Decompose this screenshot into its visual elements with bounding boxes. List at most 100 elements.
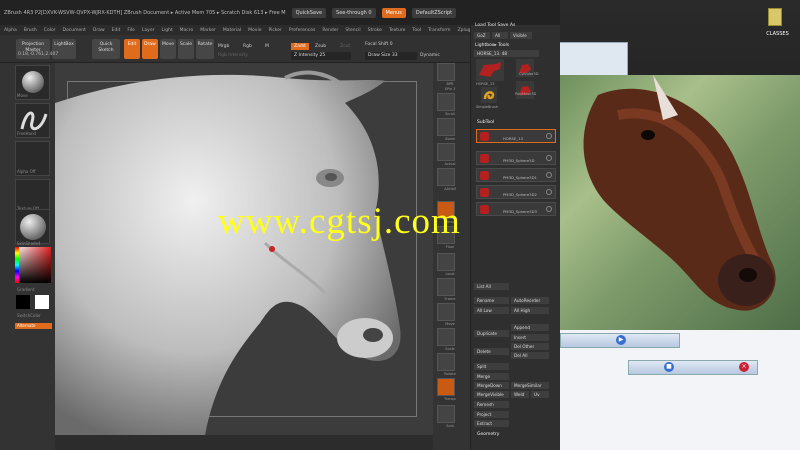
viewer-window-top[interactable]: [558, 42, 628, 77]
menu-light[interactable]: Light: [161, 28, 172, 33]
media-player-controls-2[interactable]: ■ ×: [628, 360, 758, 375]
scale-button[interactable]: Scale: [178, 39, 194, 59]
move-view-button[interactable]: [437, 303, 455, 321]
weld-button[interactable]: Weld: [511, 391, 529, 398]
current-tool-slider[interactable]: HORSE_13. 48: [474, 50, 539, 57]
duplicate-button[interactable]: Duplicate: [474, 330, 509, 337]
document-canvas[interactable]: [55, 63, 433, 435]
spix-label[interactable]: SPix 3: [435, 87, 465, 91]
all-high-button[interactable]: All High: [511, 307, 549, 314]
menus-button[interactable]: Menus: [381, 7, 406, 18]
subtool-header[interactable]: SubTool: [477, 120, 494, 125]
play-icon[interactable]: ▶: [616, 335, 626, 345]
scale-view-button[interactable]: [437, 328, 455, 346]
tool-thumb-polymesh[interactable]: [516, 81, 534, 99]
menu-layer[interactable]: Layer: [142, 28, 155, 33]
quicksave-button[interactable]: QuickSave: [291, 7, 327, 18]
extract-button[interactable]: Extract: [474, 420, 509, 427]
see-through-slider[interactable]: See-through 0: [332, 7, 376, 18]
remesh-button[interactable]: Remesh: [474, 401, 509, 408]
menu-tool[interactable]: Tool: [412, 28, 421, 33]
menu-macro[interactable]: Macro: [180, 28, 194, 33]
all-low-button[interactable]: All Low: [474, 307, 509, 314]
mergevisible-button[interactable]: MergeVisible: [474, 391, 509, 398]
del-other-button[interactable]: Del Other: [511, 343, 549, 350]
project-button[interactable]: Project: [474, 411, 509, 418]
menu-transform[interactable]: Transform: [428, 28, 450, 33]
m-button[interactable]: M: [265, 44, 269, 49]
quick-sketch-button[interactable]: Quick Sketch: [92, 39, 120, 59]
rgb-button[interactable]: Rgb: [243, 44, 252, 49]
visible-button[interactable]: Visible: [510, 32, 532, 39]
delete-button[interactable]: Delete: [474, 348, 509, 355]
draw-button[interactable]: Draw: [142, 39, 158, 59]
subtool-item[interactable]: PM3D_Sphere3D3: [476, 202, 556, 216]
z-intensity-slider[interactable]: Z Intensity 25: [291, 52, 351, 60]
subtool-item[interactable]: PM3D_Sphere3D: [476, 151, 556, 165]
local-button[interactable]: [437, 253, 455, 271]
menu-color[interactable]: Color: [44, 28, 56, 33]
close-icon[interactable]: ×: [739, 362, 749, 372]
menu-movie[interactable]: Movie: [248, 28, 261, 33]
actual-button[interactable]: [437, 143, 455, 161]
hue-slider[interactable]: [15, 247, 19, 283]
focal-shift-slider[interactable]: Focal Shift 0: [365, 42, 393, 47]
insert-button[interactable]: Insert: [511, 334, 549, 341]
menu-preferences[interactable]: Preferences: [289, 28, 315, 33]
draw-size-slider[interactable]: Draw Size 33: [365, 52, 417, 60]
alternate-button[interactable]: Alternate: [15, 323, 52, 329]
subtool-item[interactable]: PM3D_Sphere3D2: [476, 185, 556, 199]
menu-marker[interactable]: Marker: [200, 28, 216, 33]
lightbox-tools-button[interactable]: Lightbox▸ Tools: [475, 43, 509, 48]
palette-header[interactable]: Load Tool Save As: [475, 23, 515, 28]
transp-button[interactable]: [437, 378, 455, 396]
media-player-controls[interactable]: ▶: [560, 333, 680, 348]
subtool-item[interactable]: HORSE_13: [476, 129, 556, 143]
stop-icon[interactable]: ■: [664, 362, 674, 372]
list-all-button[interactable]: List All: [474, 283, 509, 290]
eye-icon[interactable]: [546, 133, 552, 139]
eye-icon[interactable]: [546, 206, 552, 212]
move-button[interactable]: Move: [160, 39, 176, 59]
rotate-button[interactable]: Rotate: [196, 39, 214, 59]
bpr-button[interactable]: [437, 63, 455, 81]
classes-folder-shortcut[interactable]: CLASSES: [760, 5, 795, 45]
menu-edit[interactable]: Edit: [112, 28, 121, 33]
scroll-button[interactable]: [437, 93, 455, 111]
zsub-button[interactable]: Zsub: [315, 44, 326, 49]
del-all-button[interactable]: Del All: [511, 352, 549, 359]
eye-icon[interactable]: [546, 172, 552, 178]
secondary-color-swatch[interactable]: [35, 295, 49, 309]
edit-button[interactable]: Edit: [124, 39, 140, 59]
menu-alpha[interactable]: Alpha: [4, 28, 17, 33]
menu-texture[interactable]: Texture: [389, 28, 405, 33]
mergedown-button[interactable]: MergeDown: [474, 382, 509, 389]
aahalf-button[interactable]: [437, 168, 455, 186]
zcut-button[interactable]: Zcut: [340, 44, 350, 49]
tool-thumb-simplebrush[interactable]: [481, 87, 497, 103]
menu-draw[interactable]: Draw: [93, 28, 105, 33]
rgb-intensity-slider[interactable]: Rgb Intensity: [218, 53, 248, 58]
primary-color-swatch[interactable]: [16, 295, 30, 309]
rotate-view-button[interactable]: [437, 353, 455, 371]
solo-button[interactable]: [437, 405, 455, 423]
append-button[interactable]: Append: [511, 324, 549, 331]
autoreorder-button[interactable]: AutoReorder: [511, 297, 549, 304]
zoom-button[interactable]: [437, 118, 455, 136]
menu-stencil[interactable]: Stencil: [345, 28, 360, 33]
eye-icon[interactable]: [546, 189, 552, 195]
material-selector[interactable]: [15, 209, 50, 244]
dynamic-button[interactable]: Dynamic: [420, 53, 440, 58]
geometry-subpalette[interactable]: Geometry: [477, 432, 499, 437]
rename-button[interactable]: Rename: [474, 297, 509, 304]
default-zscript-button[interactable]: DefaultZScript: [411, 7, 457, 18]
goz-button[interactable]: GoZ: [474, 32, 490, 39]
media-player-window[interactable]: ▶ ■ ×: [558, 330, 800, 450]
color-picker[interactable]: [15, 247, 51, 283]
split-button[interactable]: Split: [474, 363, 509, 370]
mrgb-button[interactable]: Mrgb: [218, 44, 229, 49]
subtool-item[interactable]: PM3D_Sphere3D1: [476, 168, 556, 182]
merge-button[interactable]: Merge: [474, 373, 509, 380]
all-button[interactable]: All: [492, 32, 508, 39]
menu-picker[interactable]: Picker: [268, 28, 281, 33]
